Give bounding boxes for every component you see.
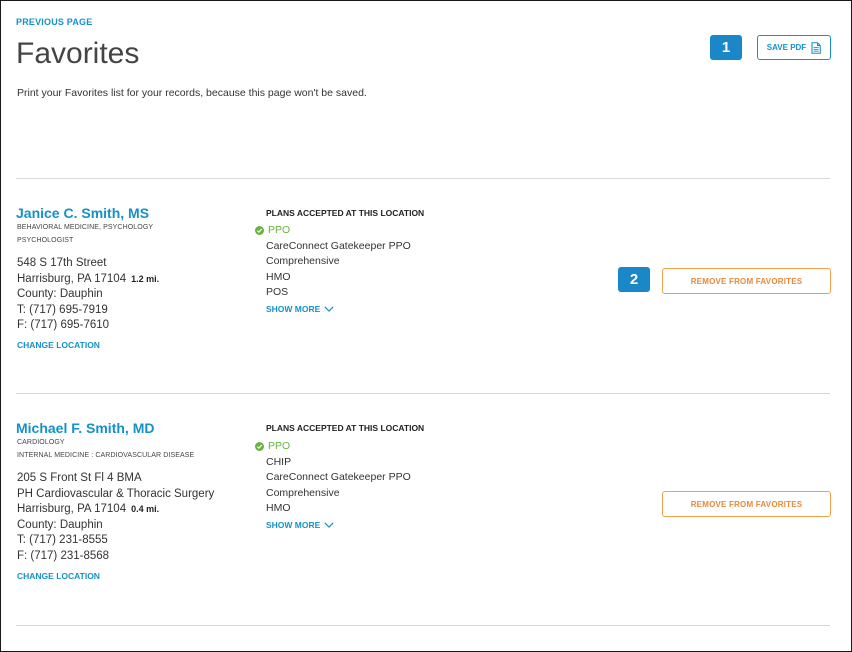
- save-pdf-button[interactable]: SAVE PDF: [757, 35, 831, 60]
- plan-item: Comprehensive: [266, 486, 340, 499]
- page-frame: PREVIOUS PAGE Favorites Print your Favor…: [0, 0, 852, 652]
- provider-specialty: CARDIOLOGY: [17, 439, 65, 446]
- change-location-link[interactable]: CHANGE LOCATION: [17, 340, 100, 350]
- provider-address: 548 S 17th Street Harrisburg, PA 17104 1.…: [17, 256, 159, 334]
- address-line: 205 S Front St Fl 4 BMA: [17, 472, 142, 484]
- page-subtitle: Print your Favorites list for your recor…: [17, 87, 367, 99]
- provider-specialty: INTERNAL MEDICINE : CARDIOVASCULAR DISEA…: [17, 452, 195, 459]
- plans-list: PPO CareConnect Gatekeeper PPO Comprehen…: [255, 223, 411, 301]
- provider-address: 205 S Front St Fl 4 BMA PH Cardiovascula…: [17, 471, 214, 564]
- plan-item: HMO: [266, 502, 291, 514]
- county-line: County: Dauphin: [17, 288, 103, 300]
- plan-item: CareConnect Gatekeeper PPO: [266, 471, 411, 483]
- plan-item: CareConnect Gatekeeper PPO: [266, 239, 411, 252]
- plan-item: Comprehensive: [266, 255, 340, 267]
- county-line: County: Dauphin: [17, 518, 103, 531]
- previous-page-link[interactable]: PREVIOUS PAGE: [16, 17, 92, 27]
- chevron-down-icon: [324, 306, 334, 312]
- phone-line: T: (717) 231-8555: [17, 534, 108, 546]
- city-line: Harrisburg, PA 17104 1.2 mi.: [17, 272, 160, 285]
- distance-label: 1.2 mi.: [131, 273, 160, 284]
- callout-badge-1: 1: [710, 35, 742, 60]
- plan-item: POS: [266, 286, 289, 298]
- page-title: Favorites: [16, 37, 140, 70]
- provider-specialty: BEHAVIORAL MEDICINE, PSYCHOLOGY: [17, 224, 154, 231]
- show-more-link[interactable]: SHOW MORE: [266, 520, 334, 530]
- plan-item-ppo: PPO: [255, 439, 411, 455]
- phone-line: T: (717) 695-7919: [17, 303, 108, 316]
- provider-name-link[interactable]: Janice C. Smith, MS: [16, 205, 149, 221]
- provider-specialty: PSYCHOLOGIST: [17, 237, 74, 244]
- document-icon: [811, 41, 822, 54]
- chevron-down-icon: [324, 522, 334, 528]
- check-circle-icon: [255, 226, 264, 236]
- plans-list: PPO CHIP CareConnect Gatekeeper PPO Comp…: [255, 439, 411, 517]
- plan-item-ppo: PPO: [255, 223, 411, 239]
- check-circle-icon: [255, 442, 264, 452]
- remove-from-favorites-button[interactable]: REMOVE FROM FAVORITES: [662, 491, 831, 517]
- plans-heading: PLANS ACCEPTED AT THIS LOCATION: [266, 208, 425, 218]
- provider-name-link[interactable]: Michael F. Smith, MD: [16, 420, 154, 436]
- plans-heading: PLANS ACCEPTED AT THIS LOCATION: [266, 423, 425, 433]
- save-pdf-label: SAVE PDF: [766, 43, 807, 52]
- distance-label: 0.4 mi.: [131, 504, 160, 514]
- plan-item: HMO: [266, 270, 291, 283]
- address-line: PH Cardiovascular & Thoracic Surgery: [17, 487, 215, 500]
- change-location-link[interactable]: CHANGE LOCATION: [17, 571, 100, 581]
- address-line: 548 S 17th Street: [17, 257, 107, 269]
- remove-from-favorites-button[interactable]: REMOVE FROM FAVORITES: [662, 268, 831, 294]
- divider: [16, 393, 830, 394]
- fax-line: F: (717) 231-8568: [17, 549, 110, 562]
- callout-badge-2: 2: [618, 267, 650, 292]
- show-more-link[interactable]: SHOW MORE: [266, 304, 334, 314]
- plan-item: CHIP: [266, 455, 292, 468]
- fax-line: F: (717) 695-7610: [17, 319, 110, 331]
- city-line: Harrisburg, PA 17104 0.4 mi.: [17, 503, 160, 515]
- divider: [16, 178, 830, 179]
- divider: [16, 625, 830, 626]
